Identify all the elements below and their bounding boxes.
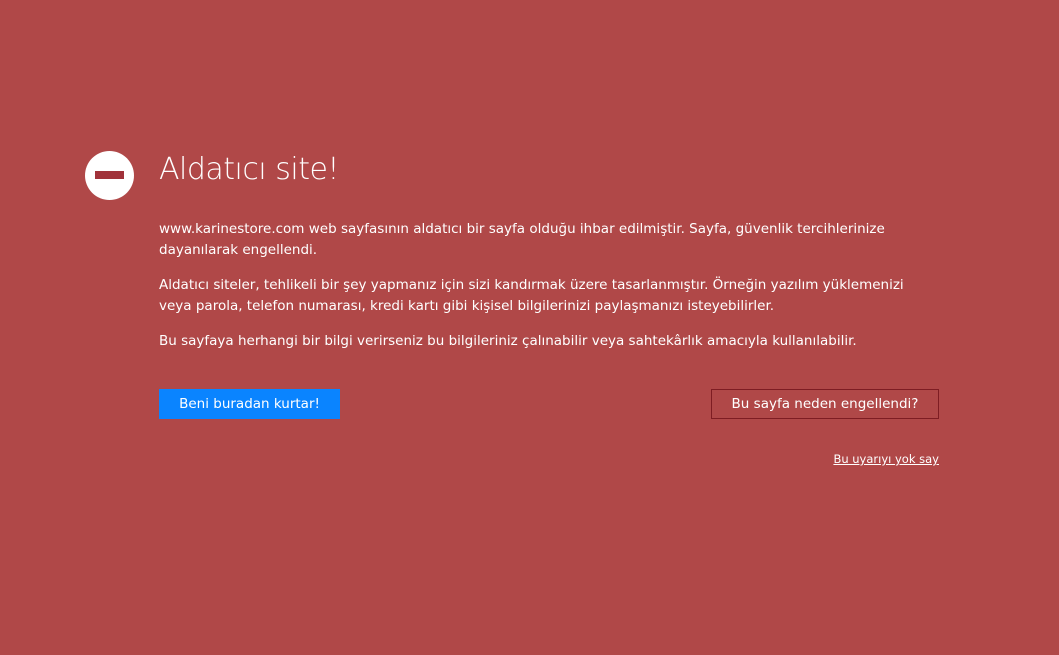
warning-page: Aldatıcı site! www.karinestore.com web s… [0, 0, 1059, 655]
blocked-icon [85, 151, 134, 200]
warning-paragraph-2: Aldatıcı siteler, tehlikeli bir şey yapm… [159, 277, 904, 314]
get-me-out-button[interactable]: Beni buradan kurtar! [159, 389, 340, 419]
warning-message: www.karinestore.com web sayfasının aldat… [159, 219, 929, 366]
warning-paragraph-1: www.karinestore.com web sayfasının aldat… [159, 221, 885, 258]
page-title: Aldatıcı site! [159, 152, 339, 187]
ignore-warning-link[interactable]: Bu uyarıyı yok say [833, 451, 939, 467]
why-blocked-button[interactable]: Bu sayfa neden engellendi? [711, 389, 939, 419]
warning-paragraph-3: Bu sayfaya herhangi bir bilgi verirseniz… [159, 333, 857, 349]
blocked-icon-bar [95, 171, 124, 179]
